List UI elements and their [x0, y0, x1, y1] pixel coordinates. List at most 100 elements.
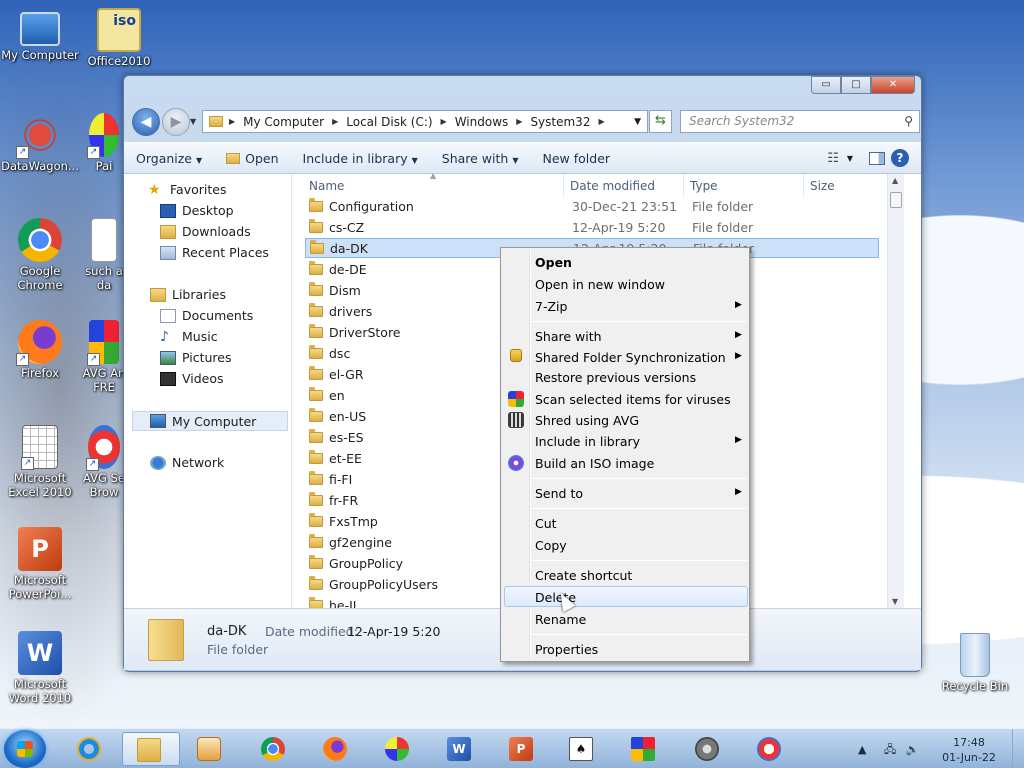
breadcrumb-arrow-icon[interactable]: ▶ [330, 117, 340, 126]
column-divider[interactable] [683, 174, 684, 196]
desktop-icon-google-chrome[interactable]: Google Chrome [1, 218, 79, 292]
menu-item-restore-previous-versions[interactable]: Restore previous versions [535, 370, 696, 385]
clock[interactable]: 17:48 01-Jun-22 [934, 735, 1004, 765]
nav-my-computer[interactable]: My Computer [132, 411, 288, 431]
desktop-icon-datawagon[interactable]: ↗ DataWagon... [1, 113, 79, 173]
taskbar-media-player[interactable] [186, 732, 232, 766]
show-desktop-button[interactable] [1012, 729, 1024, 768]
desktop-icon-recycle-bin[interactable]: Recycle Bin [936, 633, 1014, 693]
desktop-icon-word-2010[interactable]: W Microsoft Word 2010 [1, 631, 79, 705]
menu-item-cut[interactable]: Cut [535, 516, 557, 531]
taskbar-solitaire[interactable]: ♠ [558, 732, 604, 766]
breadcrumb-arrow-icon[interactable]: ▶ [596, 117, 606, 126]
nav-desktop[interactable]: Desktop [160, 203, 234, 218]
vertical-scrollbar[interactable]: ▲ ▼ [887, 174, 904, 608]
volume-icon[interactable]: 🔈 [906, 743, 920, 756]
nav-favorites[interactable]: ★ Favorites [148, 182, 226, 197]
menu-item-scan-viruses[interactable]: Scan selected items for viruses [535, 392, 731, 407]
network-tray-icon[interactable]: 🖧 [884, 743, 896, 756]
refresh-button[interactable]: ⇆ [649, 110, 672, 133]
desktop-icon-excel-2010[interactable]: ↗ Microsoft Excel 2010 [1, 425, 79, 499]
column-name[interactable]: Name [309, 179, 344, 193]
column-date-modified[interactable]: Date modified [570, 179, 655, 193]
taskbar-settings[interactable] [684, 732, 730, 766]
taskbar-word[interactable]: W [436, 732, 482, 766]
menu-item-copy[interactable]: Copy [535, 538, 567, 553]
breadcrumb-windows[interactable]: Windows [449, 115, 515, 129]
nav-videos[interactable]: Videos [160, 371, 224, 386]
desktop-icon-powerpoint[interactable]: P Microsoft PowerPoi... [1, 527, 79, 601]
scroll-thumb[interactable] [890, 192, 902, 208]
file-row[interactable]: cs-CZ 12-Apr-19 5:20 File folder [305, 217, 879, 237]
close-button[interactable]: ✕ [871, 76, 915, 94]
open-button[interactable]: Open [214, 151, 290, 166]
taskbar-windows-explorer[interactable] [122, 732, 180, 766]
search-icon[interactable]: ⚲ [904, 111, 913, 132]
breadcrumb-my-computer[interactable]: My Computer [237, 115, 330, 129]
nav-libraries[interactable]: Libraries [150, 287, 226, 302]
menu-item-shred-avg[interactable]: Shred using AVG [535, 413, 639, 428]
menu-item-create-shortcut[interactable]: Create shortcut [535, 568, 632, 583]
taskbar-chrome[interactable] [250, 732, 296, 766]
back-button[interactable]: ◀ [132, 108, 160, 136]
forward-button[interactable]: ▶ [162, 108, 190, 136]
column-type[interactable]: Type [690, 179, 718, 193]
menu-item-shared-folder-sync[interactable]: Shared Folder Synchronization ▶ [535, 350, 742, 365]
nav-documents[interactable]: Documents [160, 308, 253, 323]
breadcrumb-arrow-icon[interactable]: ▶ [227, 117, 237, 126]
change-view-icon[interactable]: ☷ [827, 151, 839, 166]
desktop-icon-office2010[interactable]: iso Office2010 [80, 8, 158, 68]
help-icon[interactable]: ? [891, 149, 909, 167]
menu-item-open[interactable]: Open [535, 255, 572, 270]
menu-item-include-in-library[interactable]: Include in library ▶ [535, 434, 742, 449]
share-with-button[interactable]: Share with ▼ [430, 151, 531, 166]
taskbar-internet-explorer[interactable] [66, 732, 112, 766]
file-row[interactable]: Configuration 30-Dec-21 23:51 File folder [305, 196, 879, 216]
menu-item-properties[interactable]: Properties [535, 642, 598, 657]
address-bar[interactable]: ▶ My Computer ▶ Local Disk (C:) ▶ Window… [202, 110, 648, 133]
menu-item-rename[interactable]: Rename [535, 612, 586, 627]
desktop-icon-firefox[interactable]: ↗ Firefox [1, 320, 79, 380]
preview-pane-icon[interactable] [869, 151, 885, 165]
taskbar-avg-browser[interactable] [746, 732, 792, 766]
nav-recent-places[interactable]: Recent Places [160, 245, 269, 260]
desktop-icon-avg-antivirus[interactable]: ↗ AVG An FRE [82, 320, 126, 394]
show-hidden-icons-icon[interactable]: ▲ [858, 743, 866, 756]
breadcrumb-local-disk[interactable]: Local Disk (C:) [340, 115, 438, 129]
breadcrumb-arrow-icon[interactable]: ▶ [439, 117, 449, 126]
desktop-icon-my-computer[interactable]: My Computer [1, 8, 79, 62]
breadcrumb-system32[interactable]: System32 [524, 115, 596, 129]
new-folder-button[interactable]: New folder [531, 151, 623, 166]
desktop-icon-avg-secure-browser[interactable]: ↗ AVG Se Brow [82, 425, 126, 499]
menu-item-build-iso[interactable]: Build an ISO image [535, 456, 654, 471]
start-button[interactable] [4, 730, 46, 768]
organize-button[interactable]: Organize ▼ [124, 151, 214, 166]
scroll-down-icon[interactable]: ▼ [892, 597, 898, 606]
taskbar-powerpoint[interactable]: P [498, 732, 544, 766]
include-in-library-button[interactable]: Include in library ▼ [291, 151, 430, 166]
taskbar-firefox[interactable] [312, 732, 358, 766]
taskbar-avg[interactable] [620, 732, 666, 766]
search-input[interactable]: Search System32 ⚲ [680, 110, 920, 133]
menu-item-7zip[interactable]: 7-Zip ▶ [535, 299, 742, 314]
minimize-button[interactable]: ▭ [811, 76, 841, 94]
nav-music[interactable]: ♪ Music [160, 329, 218, 344]
column-divider[interactable] [563, 174, 564, 196]
maximize-button[interactable]: □ [841, 76, 871, 94]
scroll-up-icon[interactable]: ▲ [892, 176, 898, 185]
column-divider[interactable] [803, 174, 804, 196]
recent-pages-chevron-icon[interactable]: ▼ [190, 117, 196, 126]
breadcrumb-arrow-icon[interactable]: ▶ [514, 117, 524, 126]
menu-item-open-new-window[interactable]: Open in new window [535, 277, 665, 292]
taskbar-paint[interactable] [374, 732, 420, 766]
nav-pictures[interactable]: Pictures [160, 350, 232, 365]
nav-downloads[interactable]: Downloads [160, 224, 251, 239]
column-size[interactable]: Size [810, 179, 835, 193]
menu-item-send-to[interactable]: Send to ▶ [535, 486, 742, 501]
menu-item-share-with[interactable]: Share with ▶ [535, 329, 742, 344]
nav-network[interactable]: Network [150, 455, 224, 470]
desktop-icon-paint[interactable]: ↗ Pai [84, 113, 124, 173]
desktop-icon-document[interactable]: such a da [84, 218, 124, 292]
chevron-down-icon[interactable]: ▼ [847, 154, 853, 163]
address-dropdown-icon[interactable]: ▼ [628, 117, 647, 127]
